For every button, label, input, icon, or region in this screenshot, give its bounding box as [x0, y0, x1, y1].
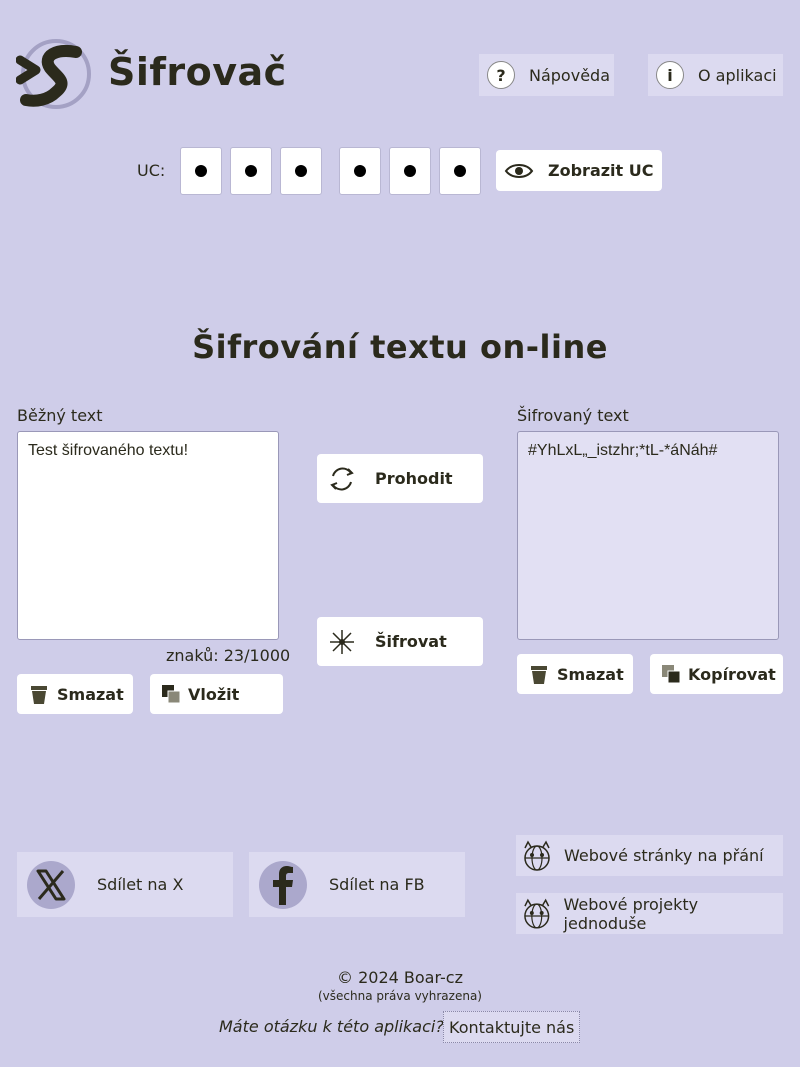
cipher-text-area[interactable]: #YhLxL„_istzhr;*tL-*áNáh# [517, 431, 779, 640]
uc-dot [354, 165, 366, 177]
boar-globe-icon [524, 839, 550, 871]
about-button[interactable]: i O aplikaci [648, 54, 783, 96]
copy-button[interactable]: Kopírovat [650, 654, 783, 694]
paste-icon [162, 685, 181, 704]
uc-digit-4[interactable] [339, 147, 381, 195]
help-button[interactable]: ? Nápověda [479, 54, 614, 96]
info-icon: i [656, 61, 684, 89]
web-custom-label: Webové stránky na přání [564, 846, 764, 865]
uc-dot [454, 165, 466, 177]
eye-icon [504, 163, 534, 178]
encrypt-button[interactable]: Šifrovat [317, 617, 483, 666]
share-fb-button[interactable]: Sdílet na FB [249, 852, 465, 917]
cipher-clear-label: Smazat [557, 664, 624, 684]
uc-dot [195, 165, 207, 177]
plain-text-label: Běžný text [17, 406, 103, 425]
web-simple-link[interactable]: Webové projekty jednoduše [516, 893, 783, 934]
app-logo-icon[interactable] [15, 38, 92, 114]
share-x-label: Sdílet na X [97, 875, 184, 894]
copy-icon [662, 665, 681, 684]
web-simple-label: Webové projekty jednoduše [563, 894, 699, 933]
paste-label: Vložit [188, 684, 240, 704]
trash-icon [531, 666, 547, 684]
uc-dot [404, 165, 416, 177]
plain-text-area[interactable]: Test šifrovaného textu! [17, 431, 279, 640]
trash-icon [31, 686, 47, 704]
uc-digit-1[interactable] [180, 147, 222, 195]
uc-label: UC: [137, 161, 166, 180]
help-label: Nápověda [529, 65, 610, 85]
share-fb-label: Sdílet na FB [329, 875, 425, 894]
show-uc-label: Zobrazit UC [548, 161, 654, 180]
share-x-button[interactable]: Sdílet na X [17, 852, 233, 917]
contact-link[interactable]: Kontaktujte nás [443, 1011, 581, 1043]
copyright: © 2024 Boar-cz [337, 968, 463, 987]
web-custom-link[interactable]: Webové stránky na přání [516, 835, 783, 876]
facebook-logo-icon [259, 860, 307, 909]
about-label: O aplikaci [698, 65, 777, 85]
uc-digit-3[interactable] [280, 147, 322, 195]
uc-dot [295, 165, 307, 177]
cipher-text-label: Šifrovaný text [517, 406, 629, 425]
swap-button[interactable]: Prohodit [317, 454, 483, 503]
swap-label: Prohodit [375, 469, 453, 488]
question-icon: ? [487, 61, 515, 89]
char-counter: znaků: 23/1000 [166, 646, 291, 665]
copy-label: Kopírovat [688, 664, 776, 684]
rights-notice: (všechna práva vyhrazena) [318, 989, 482, 1003]
page-title: Šifrování textu on-line [192, 328, 608, 366]
swap-icon [330, 467, 354, 490]
plain-clear-button[interactable]: Smazat [17, 674, 133, 714]
uc-digit-6[interactable] [439, 147, 481, 195]
app-title[interactable]: Šifrovač [108, 50, 287, 94]
uc-digit-5[interactable] [389, 147, 431, 195]
x-logo-icon [27, 860, 75, 909]
cipher-clear-button[interactable]: Smazat [517, 654, 633, 694]
uc-digit-2[interactable] [230, 147, 272, 195]
paste-button[interactable]: Vložit [150, 674, 283, 714]
show-uc-button[interactable]: Zobrazit UC [496, 150, 662, 191]
encrypt-icon [330, 629, 354, 654]
uc-dot [245, 165, 257, 177]
question-text: Máte otázku k této aplikaci? [219, 1017, 444, 1036]
boar-globe-icon [524, 898, 550, 929]
encrypt-label: Šifrovat [375, 632, 447, 651]
plain-clear-label: Smazat [57, 684, 124, 704]
